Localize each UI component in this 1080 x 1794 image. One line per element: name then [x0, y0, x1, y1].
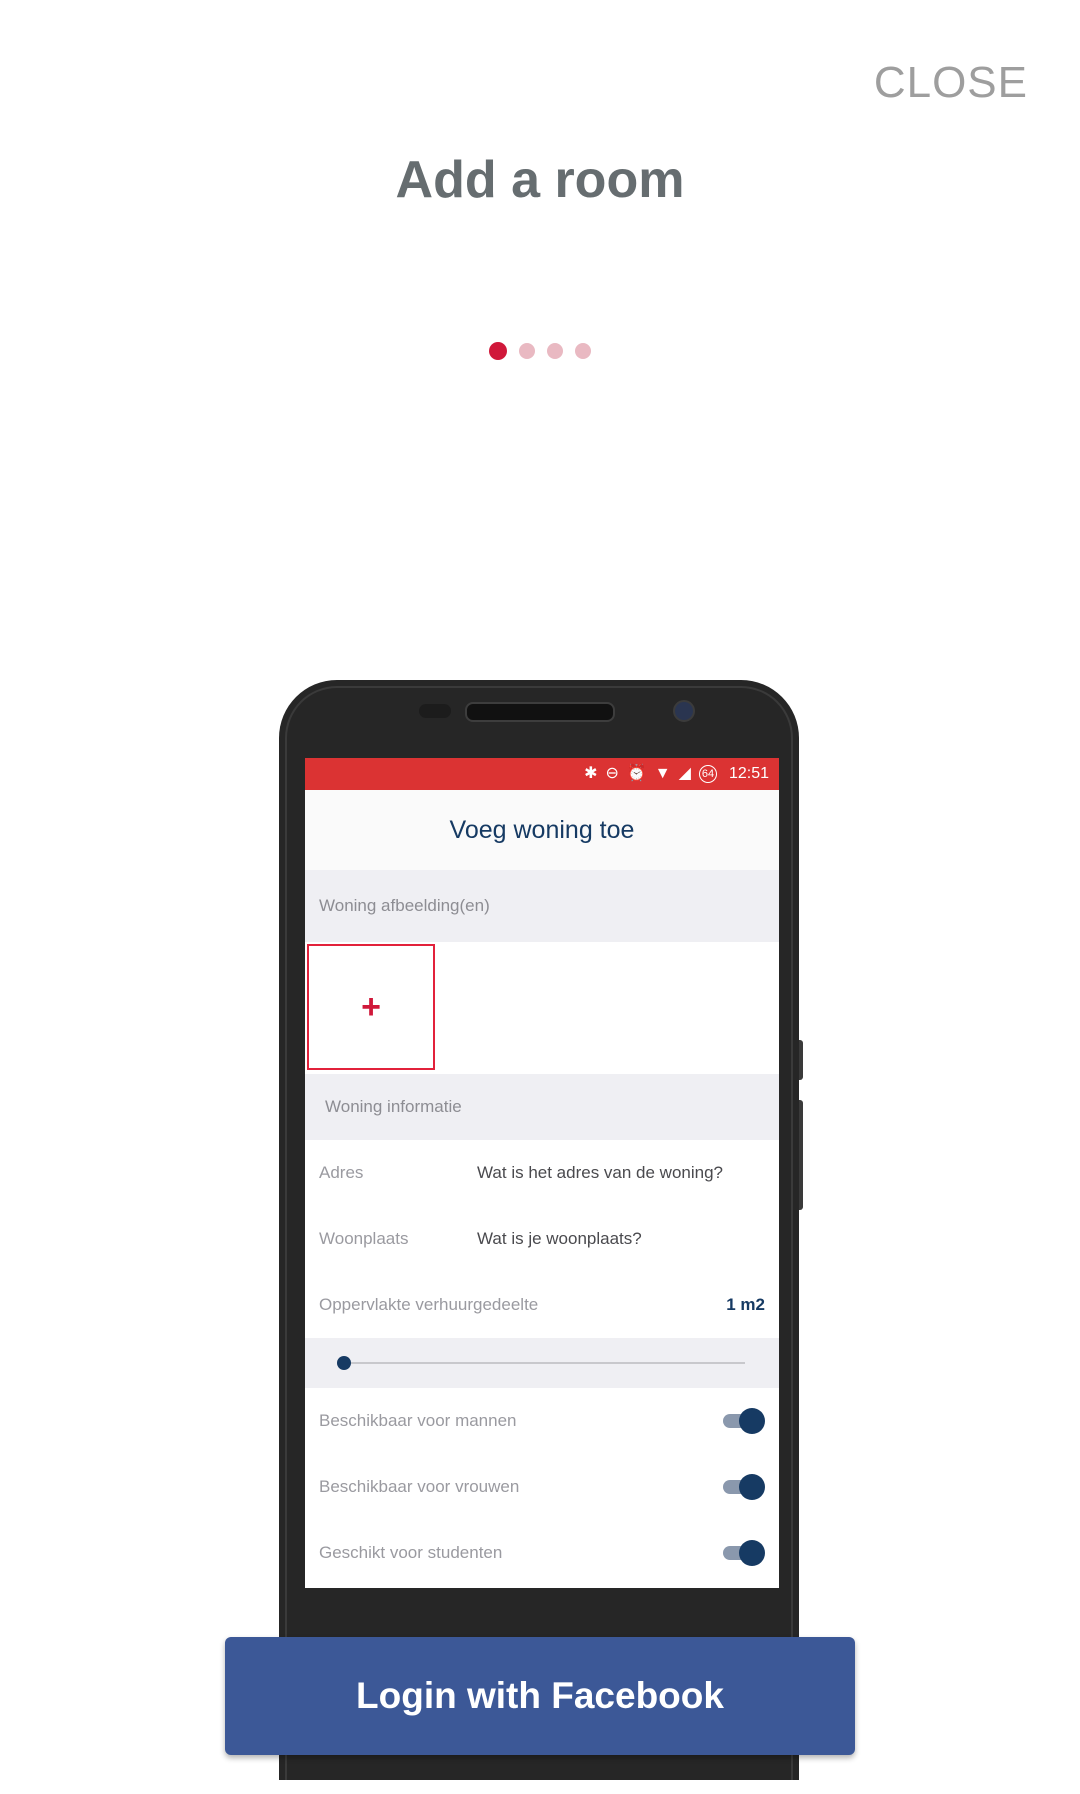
pager-dot[interactable]: [575, 343, 591, 359]
toggle-switch[interactable]: [723, 1540, 765, 1566]
address-row[interactable]: Adres Wat is het adres van de woning?: [305, 1140, 779, 1206]
toggle-label: Beschikbaar voor mannen: [319, 1411, 517, 1430]
toggle-switch[interactable]: [723, 1474, 765, 1500]
login-facebook-button[interactable]: Login with Facebook: [225, 1637, 855, 1755]
toggle-label: Geschikt voor studenten: [319, 1543, 503, 1562]
phone-speaker: [465, 702, 615, 722]
toggle-row-men[interactable]: Beschikbaar voor mannen: [305, 1388, 779, 1454]
signal-icon: ◢: [678, 765, 691, 782]
area-value: 1 m2: [726, 1295, 765, 1314]
status-time: 12:51: [728, 765, 769, 782]
phone-mockup: ✱ ⊖ ⏰ ▼ ◢ 64 12:51 Voeg woning toe Wonin…: [279, 680, 799, 1780]
pager-dot[interactable]: [547, 343, 563, 359]
toggle-label: Beschikbaar voor vrouwen: [319, 1477, 520, 1496]
phone-camera: [673, 700, 695, 722]
section-header-images: Woning afbeelding(en): [305, 870, 779, 942]
toggle-row-students[interactable]: Geschikt voor studenten: [305, 1520, 779, 1586]
close-button[interactable]: CLOSE: [874, 58, 1028, 108]
pager-dot[interactable]: [519, 343, 535, 359]
section-header-info: Woning informatie: [305, 1074, 779, 1140]
bluetooth-icon: ✱: [584, 765, 598, 782]
slider-knob[interactable]: [337, 1356, 351, 1370]
address-label: Adres: [319, 1163, 364, 1182]
area-slider[interactable]: [305, 1338, 779, 1388]
do-not-disturb-icon: ⊖: [605, 765, 619, 782]
city-row[interactable]: Woonplaats Wat is je woonplaats?: [305, 1206, 779, 1272]
add-image-button[interactable]: +: [307, 944, 435, 1070]
city-input[interactable]: Wat is je woonplaats?: [477, 1229, 642, 1249]
page-title: Add a room: [395, 151, 685, 209]
phone-sensor: [419, 704, 451, 718]
alarm-icon: ⏰: [626, 765, 647, 782]
address-input[interactable]: Wat is het adres van de woning?: [477, 1163, 723, 1183]
wifi-icon: ▼: [654, 765, 671, 782]
toggle-knob: [739, 1408, 765, 1434]
app-title: Voeg woning toe: [305, 790, 779, 870]
phone-screen: ✱ ⊖ ⏰ ▼ ◢ 64 12:51 Voeg woning toe Wonin…: [305, 758, 779, 1588]
pager-dot[interactable]: [489, 342, 507, 360]
slider-track: [343, 1362, 745, 1364]
image-row: +: [305, 942, 779, 1074]
pager-dots: [0, 342, 1080, 360]
toggle-row-women[interactable]: Beschikbaar voor vrouwen: [305, 1454, 779, 1520]
plus-icon: +: [361, 987, 381, 1026]
toggle-switch[interactable]: [723, 1408, 765, 1434]
area-row: Oppervlakte verhuurgedeelte 1 m2: [305, 1272, 779, 1338]
status-bar: ✱ ⊖ ⏰ ▼ ◢ 64 12:51: [305, 758, 779, 790]
toggle-knob: [739, 1540, 765, 1566]
area-label: Oppervlakte verhuurgedeelte: [319, 1295, 539, 1314]
battery-icon: 64: [698, 765, 717, 783]
city-label: Woonplaats: [319, 1229, 409, 1248]
toggle-knob: [739, 1474, 765, 1500]
